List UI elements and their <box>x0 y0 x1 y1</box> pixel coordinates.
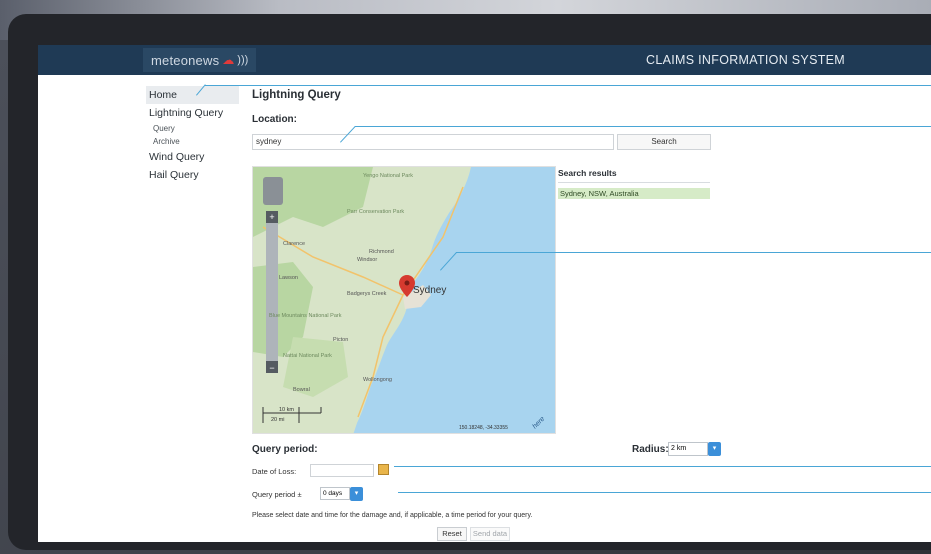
callout-line-period <box>398 492 931 493</box>
map-label-yengo: Yengo National Park <box>363 173 413 179</box>
chevron-down-icon[interactable]: ▾ <box>350 487 363 501</box>
sidebar-nav: Home Lightning Query Query Archive Wind … <box>146 86 239 184</box>
top-bar: meteonews ☁ ))) CLAIMS INFORMATION SYSTE… <box>38 45 931 75</box>
map-label-nattai: Nattai National Park <box>283 353 332 359</box>
map-label-parr: Parr Conservation Park <box>347 209 404 215</box>
map-view[interactable]: + − Yengo National Park Parr Conservatio… <box>252 166 556 434</box>
callout-line-date <box>394 466 931 467</box>
location-input[interactable]: sydney <box>252 134 614 150</box>
map-label-richmond: Richmond <box>369 249 394 255</box>
map-label-lawson: Lawson <box>279 275 298 281</box>
scale-mi-label: 20 mi <box>271 417 284 423</box>
callout-line-home <box>205 85 931 86</box>
map-label-blue-mountains: Blue Mountains National Park <box>269 313 342 319</box>
chevron-down-icon[interactable]: ▾ <box>708 442 721 456</box>
app-title: CLAIMS INFORMATION SYSTEM <box>646 53 845 67</box>
meteonews-logo[interactable]: meteonews ☁ ))) <box>143 48 257 72</box>
app-screen: meteonews ☁ ))) CLAIMS INFORMATION SYSTE… <box>38 45 931 542</box>
sidebar-item-wind-query[interactable]: Wind Query <box>149 148 239 166</box>
map-label-badgerys: Badgerys Creek <box>347 291 387 297</box>
map-coordinates: 150.18248, -34.33355 <box>459 425 508 431</box>
radius-label: Radius: <box>632 444 669 455</box>
query-period-title: Query period: <box>252 444 318 455</box>
callout-line-map <box>456 252 931 253</box>
query-period-label: Query period ± <box>252 490 302 499</box>
search-result-item[interactable]: Sydney, NSW, Australia <box>558 188 710 199</box>
map-label-clarence: Clarence <box>283 241 305 247</box>
reset-button[interactable]: Reset <box>437 527 467 541</box>
map-label-picton: Picton <box>333 337 348 343</box>
radius-select[interactable]: 2 km ▾ <box>668 442 721 456</box>
page-title: Lightning Query <box>252 89 341 101</box>
query-period-select[interactable]: 0 days ▾ <box>320 487 363 501</box>
search-results-title: Search results <box>558 166 710 183</box>
map-label-bowral: Bowral <box>293 387 310 393</box>
map-label-windsor: Windsor <box>357 257 377 263</box>
sidebar-item-home[interactable]: Home <box>146 86 239 104</box>
callout-line-location <box>355 126 931 127</box>
sidebar-subitem-archive[interactable]: Archive <box>149 135 239 148</box>
date-of-loss-input[interactable] <box>310 464 374 477</box>
sidebar-subitem-query[interactable]: Query <box>149 122 239 135</box>
zoom-in-glyph: + <box>269 212 274 222</box>
signal-waves-icon: ))) <box>237 54 249 66</box>
scale-km-label: 10 km <box>279 407 294 413</box>
zoom-out-glyph: − <box>269 363 274 373</box>
logo-text: meteonews <box>151 52 220 68</box>
date-of-loss-label: Date of Loss: <box>252 467 297 476</box>
send-data-button[interactable]: Send data <box>470 527 510 541</box>
pan-control[interactable] <box>263 177 283 205</box>
here-logo: here <box>531 415 546 430</box>
search-button[interactable]: Search <box>617 134 711 150</box>
map-label-sydney: Sydney <box>413 285 446 296</box>
sidebar-item-hail-query[interactable]: Hail Query <box>149 166 239 184</box>
sidebar-item-lightning-query[interactable]: Lightning Query <box>149 104 239 122</box>
help-note: Please select date and time for the dama… <box>252 512 533 519</box>
query-period-value: 0 days <box>323 490 343 497</box>
pin-center <box>404 280 410 286</box>
main-content: Lightning Query Location: sydney Search <box>252 86 722 541</box>
map-graphic: + − Yengo National Park Parr Conservatio… <box>253 167 546 433</box>
device-frame: meteonews ☁ ))) CLAIMS INFORMATION SYSTE… <box>8 14 931 550</box>
radius-value: 2 km <box>671 445 687 452</box>
map-label-wollongong: Wollongong <box>363 377 392 383</box>
calendar-icon[interactable] <box>378 464 389 475</box>
cloud-icon: ☁ <box>222 53 235 67</box>
zoom-slider[interactable] <box>266 211 278 373</box>
location-label: Location: <box>252 114 297 125</box>
